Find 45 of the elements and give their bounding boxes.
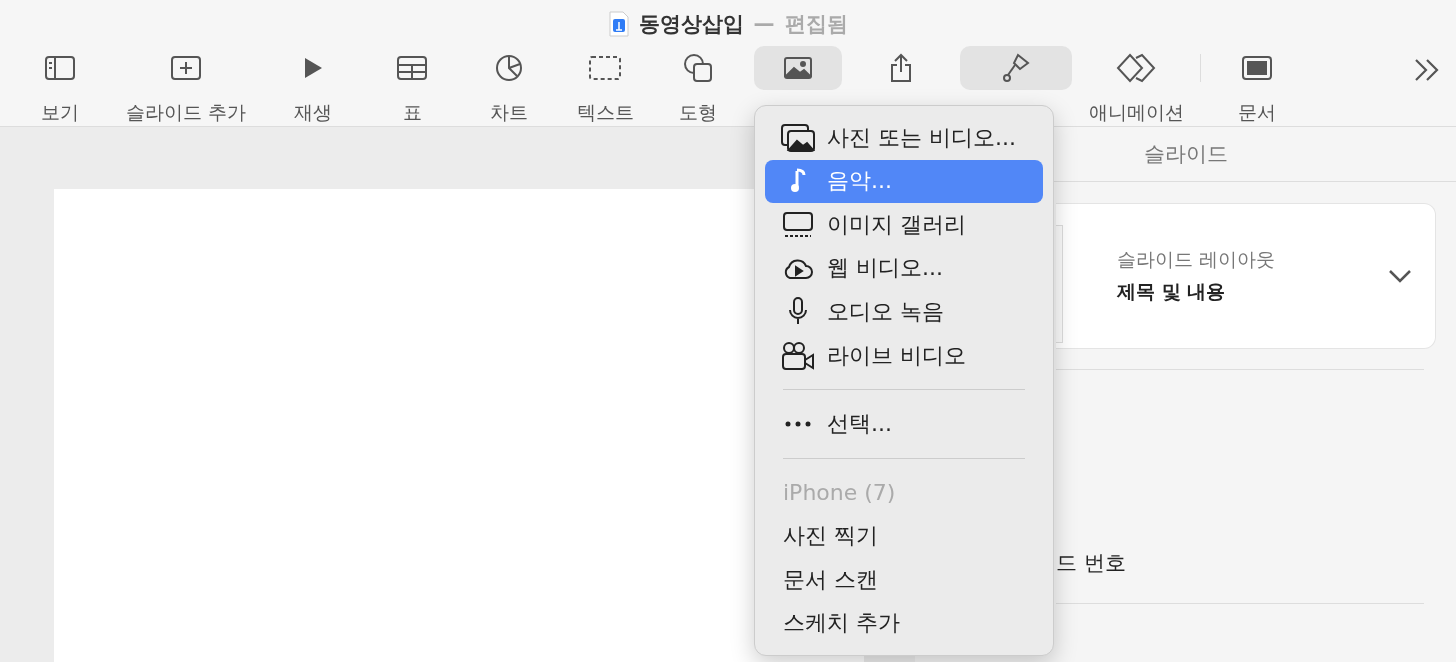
video-camera-icon (781, 340, 815, 371)
gallery-icon (781, 211, 815, 238)
menu-item[interactable]: 라이브 비디오 (765, 333, 1043, 378)
paintbrush-icon (1002, 53, 1030, 83)
more-chevrons-icon[interactable] (1414, 59, 1440, 81)
menu-item[interactable]: 오디오 녹음 (765, 290, 1043, 334)
sidebar-icon (45, 56, 75, 80)
share-icon (889, 53, 913, 83)
text-box-icon (589, 56, 621, 80)
toolbar-icon-button[interactable] (754, 46, 842, 90)
menu-section-header: iPhone (7) (782, 479, 897, 508)
toolbar-button[interactable]: 재생 (252, 46, 374, 126)
edited-status: 편집됨 (784, 11, 848, 38)
menu-item[interactable]: 선택... (765, 402, 1043, 446)
diamonds-icon (1116, 53, 1156, 83)
layout-label: 슬라이드 레이아웃 (1117, 247, 1277, 272)
toolbar-button[interactable]: 차트 (450, 46, 568, 126)
toolbar-button[interactable]: 애니메이션 (1072, 46, 1200, 126)
layout-value: 제목 및 내용 (1117, 279, 1227, 304)
menu-item[interactable]: 이미지 갤러리 (765, 203, 1043, 247)
menu-item[interactable]: 문서 스캔 (765, 557, 1043, 602)
window-title: 동영상삽입 (638, 11, 744, 38)
toolbar-icon-button[interactable] (960, 46, 1072, 90)
toolbar-button[interactable]: 표 (374, 46, 450, 126)
play-icon (303, 56, 323, 80)
image-icon (784, 57, 812, 79)
pie-chart-icon (495, 54, 523, 82)
shapes-icon (683, 53, 713, 83)
toolbar-button[interactable]: 보기 (0, 46, 120, 126)
table-icon (397, 56, 427, 80)
toolbar-button[interactable]: 슬라이드 추가 (120, 46, 252, 126)
add-slide-icon (171, 56, 201, 80)
keynote-document-icon (608, 11, 629, 37)
chevron-down-icon[interactable] (1389, 269, 1411, 283)
photos-icon (781, 123, 815, 152)
toolbar-button[interactable]: 도형 (642, 46, 754, 126)
document-icon (1242, 56, 1272, 80)
title-separator: — (753, 12, 775, 36)
option-label: 드 번호 (1056, 550, 1127, 577)
toolbar-button[interactable]: 텍스트 (568, 46, 642, 126)
menu-item[interactable]: 스케치 추가 (765, 601, 1043, 645)
toolbar-button[interactable]: 문서 (1201, 46, 1313, 126)
menu-item[interactable]: 웹 비디오... (765, 246, 1043, 291)
layout-card[interactable]: 슬라이드 레이아웃 제목 및 내용 (1056, 203, 1436, 349)
menu-item[interactable]: 사진 찍기 (765, 514, 1043, 558)
